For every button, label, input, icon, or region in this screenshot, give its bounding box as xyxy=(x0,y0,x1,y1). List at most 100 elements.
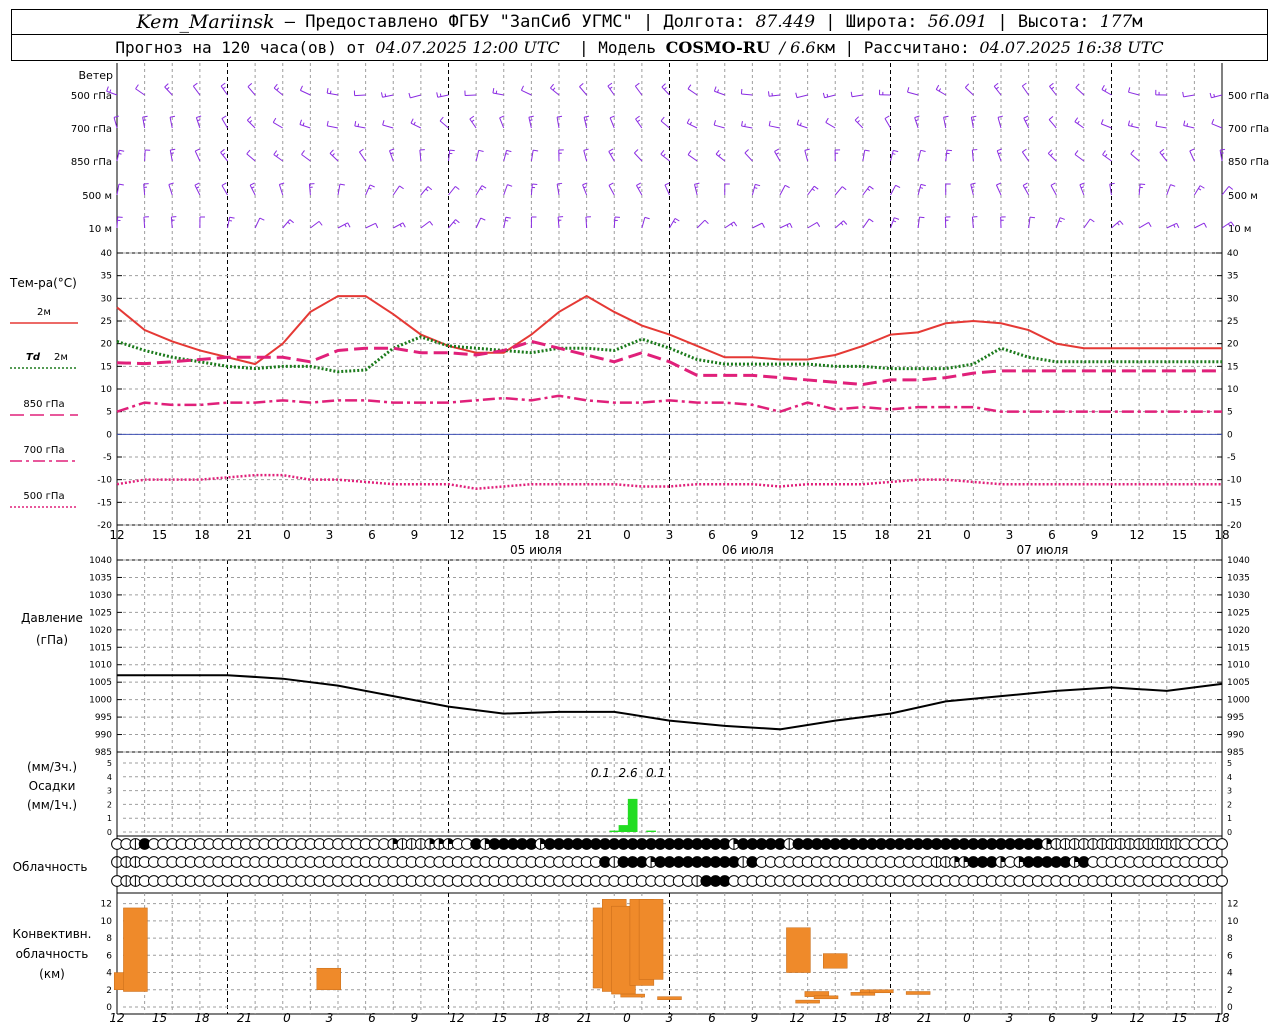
wind-barb xyxy=(862,185,870,196)
wind-barb-flag xyxy=(733,221,738,227)
prec-tick-right: 5 xyxy=(1227,759,1232,768)
wind-barb-flag xyxy=(1050,153,1054,157)
wind-barb xyxy=(1050,185,1057,196)
date-label: 05 июля xyxy=(510,543,562,557)
wind-barb-flag xyxy=(607,82,613,87)
prec-tick-right: 2 xyxy=(1227,800,1232,809)
wind-barb-flag xyxy=(357,123,360,127)
temp-tick-left: -10 xyxy=(97,476,112,486)
wind-barb-flag xyxy=(439,93,442,97)
wind-barb xyxy=(796,94,808,99)
wind-barb-flag xyxy=(1161,152,1165,156)
wind-barb-flag xyxy=(804,148,810,151)
wind-barb-flag xyxy=(1189,148,1195,152)
wind-barb-flag xyxy=(755,183,761,187)
temp-tick-right: 30 xyxy=(1227,294,1239,304)
x-tick-label: 9 xyxy=(751,528,759,542)
wind-barb xyxy=(824,94,836,99)
pres-tick-left: 1020 xyxy=(89,626,112,636)
conv-tick-right: 10 xyxy=(1227,917,1239,927)
temp-tick-left: 5 xyxy=(106,408,112,418)
x-tick-label-bottom: 6 xyxy=(368,1011,376,1024)
wind-barb-flag xyxy=(1211,119,1215,125)
wind-barb xyxy=(1079,184,1085,196)
temp-tick-right: 15 xyxy=(1227,362,1238,372)
wind-barb-flag xyxy=(583,186,587,189)
x-tick-label: 21 xyxy=(917,528,932,542)
wind-level-label-left: 850 гПа xyxy=(71,157,112,168)
wind-barb-flag xyxy=(332,153,335,157)
legend-label: 700 гПа xyxy=(23,445,64,456)
wind-barb xyxy=(582,184,588,196)
wind-barb-flag xyxy=(895,184,901,189)
wind-barb-flag xyxy=(425,188,429,192)
x-tick-label: 15 xyxy=(832,528,847,542)
cloud-circle xyxy=(1216,875,1228,887)
wind-barb-flag xyxy=(935,84,940,90)
x-tick-label-bottom: 3 xyxy=(1006,1011,1014,1024)
x-tick-label-bottom: 6 xyxy=(1048,1011,1056,1024)
convective-bar xyxy=(823,953,848,969)
pres-tick-left: 1040 xyxy=(89,556,112,566)
wind-barb xyxy=(862,218,870,229)
wind-barb xyxy=(1130,153,1140,162)
wind-barb-flag xyxy=(686,118,690,124)
wind-barb-flag xyxy=(868,218,874,223)
wind-barb-flag xyxy=(997,115,1003,118)
wind-barb-flag xyxy=(164,83,169,88)
wind-barb xyxy=(247,86,256,96)
conv-tick-right: 8 xyxy=(1227,934,1233,944)
wind-level-label-right: 10 м xyxy=(1228,224,1251,235)
wind-barb xyxy=(641,217,646,229)
wind-barb-flag xyxy=(1077,120,1080,124)
convective-bar xyxy=(905,991,931,995)
pres-tick-left: 990 xyxy=(95,731,112,741)
pres-tick-right: 1030 xyxy=(1227,591,1250,601)
pres-unit: (гПа) xyxy=(36,633,68,647)
wind-barb xyxy=(1193,185,1201,196)
wind-barb xyxy=(143,216,146,229)
wind-barb xyxy=(195,117,201,129)
wind-barb xyxy=(935,89,947,96)
wind-barb xyxy=(475,217,482,229)
wind-barb xyxy=(1021,85,1030,96)
wind-barb-flag xyxy=(455,219,460,224)
wind-barb-flag xyxy=(663,153,666,157)
x-tick-label: 18 xyxy=(874,528,889,542)
x-tick-label: 3 xyxy=(326,528,334,542)
wind-barb xyxy=(971,150,974,162)
wind-barb xyxy=(687,154,698,162)
pres-tick-left: 1010 xyxy=(89,661,112,671)
wind-barb-flag xyxy=(1220,148,1226,151)
wind-barb-flag xyxy=(193,82,198,87)
x-tick-label-bottom: 12 xyxy=(789,1011,804,1024)
wind-barb-flag xyxy=(1058,220,1062,223)
wind-barb xyxy=(437,94,449,98)
wind-barb xyxy=(273,154,284,162)
wind-barb-flag xyxy=(867,188,871,192)
wind-barb-flag xyxy=(384,93,387,97)
wind-barb-flag xyxy=(326,120,329,126)
wind-barb-flag xyxy=(492,88,495,94)
wind-barb-flag xyxy=(579,83,584,88)
wind-barb xyxy=(1128,125,1140,129)
wind-barb-flag xyxy=(436,92,439,98)
wind-barb-flag xyxy=(1023,115,1029,119)
wind-title: Ветер xyxy=(79,69,113,82)
wind-barb xyxy=(1102,154,1112,162)
conv-tick-left: 4 xyxy=(106,969,112,979)
wind-barb-flag xyxy=(1022,182,1028,186)
wind-barb xyxy=(608,151,615,162)
wind-barb xyxy=(752,222,763,229)
convective-bar xyxy=(620,993,645,998)
wind-barb-flag xyxy=(1155,121,1158,127)
wind-barb-flag xyxy=(1199,185,1205,189)
wind-barb-flag xyxy=(247,83,253,88)
wind-barb xyxy=(327,92,339,96)
wind-barb-flag xyxy=(480,217,486,221)
wind-barb xyxy=(499,117,505,129)
x-tick-label: 12 xyxy=(449,528,464,542)
wind-barb-flag xyxy=(635,115,640,120)
wind-level-label-right: 700 гПа xyxy=(1228,124,1269,135)
pres-tick-right: 1040 xyxy=(1227,556,1250,566)
